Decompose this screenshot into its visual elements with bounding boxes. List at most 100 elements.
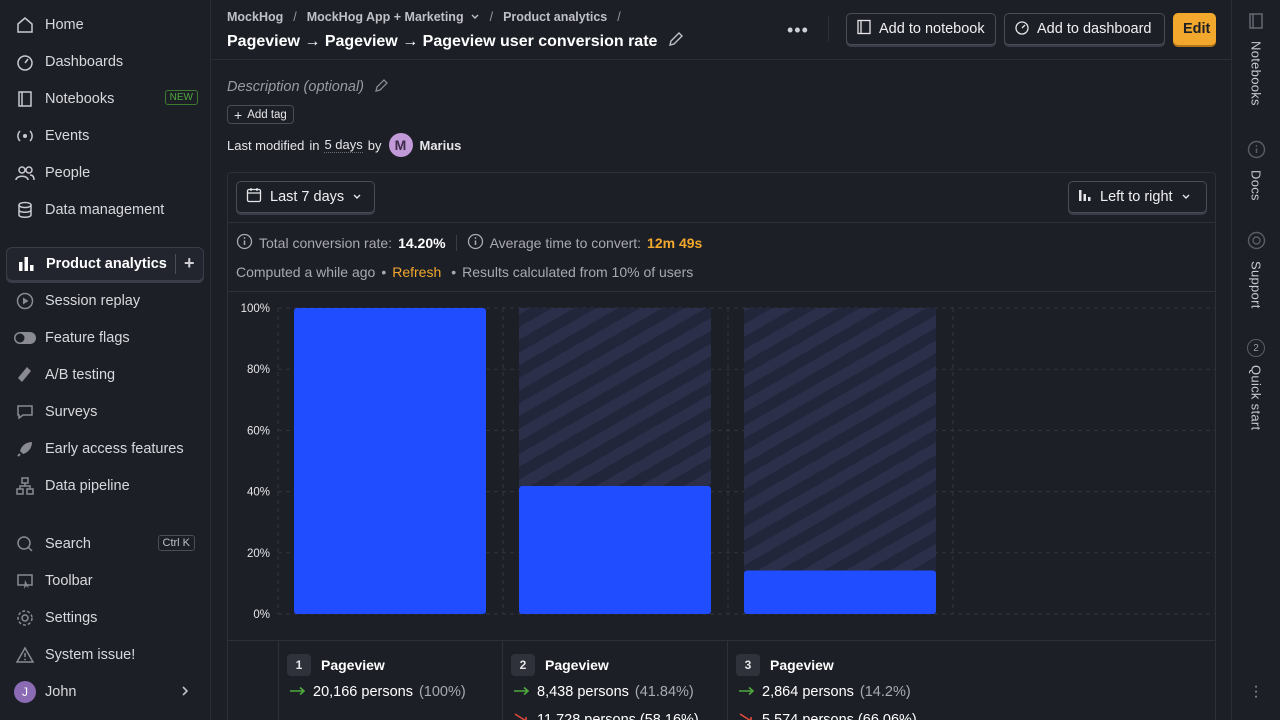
sidebar-item-dashboards[interactable]: Dashboards [6,45,204,79]
sidebar-item-settings[interactable]: Settings [6,601,204,635]
insight-toolbar: Last 7 days Left to right [228,173,1215,223]
date-range-select[interactable]: Last 7 days [236,181,375,213]
step-name: Pageview [545,657,609,673]
y-tick-label: 0% [253,609,270,621]
sidebar-item-product-analytics[interactable]: Product analytics + [6,247,204,281]
sidebar-item-people[interactable]: People [6,156,204,190]
sidebar-item-label: Product analytics [46,256,167,272]
rail-quick-start[interactable]: 2 Quick start [1232,339,1280,430]
sidebar-item-account[interactable]: J John [6,675,204,709]
sidebar-item-label: Settings [45,610,98,626]
bar-chart-icon [14,252,38,276]
sidebar-item-label: Events [45,128,90,144]
edit-button[interactable]: Edit [1173,13,1216,45]
sidebar-item-label: Session replay [45,293,141,309]
breadcrumb: MockHog / MockHog App + Marketing / Prod… [227,10,621,24]
funnel-step: 1 Pageview 20,166 persons (100%) [278,641,503,720]
conversion-stats: Total conversion rate: 14.20% Average ti… [236,233,702,253]
database-icon [13,198,37,222]
funnel-bar [294,308,486,614]
rocket-icon [13,437,37,461]
sidebar-item-data-pipeline[interactable]: Data pipeline [6,469,204,503]
chevron-right-icon [180,685,190,701]
converted-row[interactable]: 8,438 persons (41.84%) [513,684,694,700]
sidebar-item-surveys[interactable]: Surveys [6,395,204,429]
pipeline-icon [13,474,37,498]
breadcrumb-item[interactable]: MockHog App + Marketing [307,10,464,24]
dropoff-row[interactable]: 5,574 persons (66.06%) [738,712,917,720]
funnel-step: 2 Pageview 8,438 persons (41.84%) 11,728… [502,641,727,720]
arrow-right-icon [289,684,307,700]
sidebar-item-notebooks[interactable]: Notebooks NEW [6,82,204,116]
sidebar-item-system-issue[interactable]: System issue! [6,638,204,672]
sidebar-item-search[interactable]: Search Ctrl K [6,527,204,561]
add-insight-button[interactable]: + [175,254,195,274]
page-title: Pageview → Pageview → Pageview user conv… [227,32,658,50]
chevron-down-icon [1181,189,1191,205]
notebook-icon [13,87,37,111]
sidebar-item-label: People [45,165,91,181]
sidebar: Home Dashboards Notebooks NEW Events Peo… [0,0,211,720]
funnel-chart: 0% 20% 40% 60% 80% 100% [241,303,1215,621]
sidebar-item-events[interactable]: Events [6,119,204,153]
people-icon [13,161,37,185]
new-badge: NEW [164,90,198,105]
sampling-note: Results calculated from 10% of users [462,264,694,280]
sidebar-item-label: A/B testing [45,367,116,383]
sidebar-item-early-access[interactable]: Early access features [6,432,204,466]
breadcrumb-item[interactable]: MockHog [227,10,283,24]
search-icon [13,532,37,556]
step-name: Pageview [770,657,834,673]
layout-select[interactable]: Left to right [1068,181,1207,213]
bar-chart-icon [1078,188,1092,206]
step-number: 2 [511,654,535,676]
sidebar-item-feature-flags[interactable]: Feature flags [6,321,204,355]
gear-icon [13,606,37,630]
sidebar-item-session-replay[interactable]: Session replay [6,284,204,318]
sidebar-item-label: Notebooks [45,91,115,107]
info-icon[interactable] [236,233,253,253]
computed-status: Computed a while ago • Refresh • Results… [236,264,694,280]
dashboard-icon [13,50,37,74]
flask-icon [13,363,37,387]
rail-support[interactable]: Support [1232,231,1280,309]
sidebar-item-toolbar[interactable]: Toolbar [6,564,204,598]
rail-docs[interactable]: Docs [1232,140,1280,201]
rail-notebooks[interactable]: Notebooks [1232,12,1280,106]
insight-card: Last 7 days Left to right Total conversi… [227,172,1216,720]
sidebar-item-label: Surveys [45,404,98,420]
breadcrumb-item[interactable]: Product analytics [503,10,607,24]
toggle-icon [13,326,37,350]
sidebar-item-home[interactable]: Home [6,8,204,42]
chevron-down-icon[interactable] [470,10,480,24]
info-icon[interactable] [467,233,484,253]
chevron-down-icon [352,189,362,205]
more-options-icon[interactable]: ••• [787,20,809,41]
modified-time: 5 days [324,137,363,153]
sidebar-item-label: Dashboards [45,54,124,70]
dropoff-row[interactable]: 11,728 persons (58.16%) [513,712,699,720]
edit-pencil-icon[interactable] [667,30,685,53]
side-panel-rail: Notebooks Docs Support 2 Quick start · · · [1231,0,1280,720]
step-number: 3 [736,654,760,676]
arrow-down-right-icon [513,712,531,720]
converted-row[interactable]: 20,166 persons (100%) [289,684,466,700]
y-tick-label: 40% [247,487,270,499]
converted-row[interactable]: 2,864 persons (14.2%) [738,684,911,700]
add-to-notebook-button[interactable]: Add to notebook [846,13,996,45]
sidebar-item-label: Home [45,17,84,33]
y-tick-label: 20% [247,548,270,560]
calendar-icon [246,187,262,207]
message-icon [13,400,37,424]
notebook-icon [856,19,872,39]
more-vertical-icon[interactable]: · · · [1232,679,1280,705]
refresh-link[interactable]: Refresh [392,264,441,280]
warning-icon [13,643,37,667]
sidebar-item-data-management[interactable]: Data management [6,193,204,227]
edit-pencil-icon[interactable] [374,77,390,97]
y-tick-label: 60% [247,425,270,437]
sidebar-item-ab-testing[interactable]: A/B testing [6,358,204,392]
description-field[interactable]: Description (optional) [227,77,390,97]
add-to-dashboard-button[interactable]: Add to dashboard [1004,13,1165,45]
add-tag-button[interactable]: + Add tag [227,105,294,124]
